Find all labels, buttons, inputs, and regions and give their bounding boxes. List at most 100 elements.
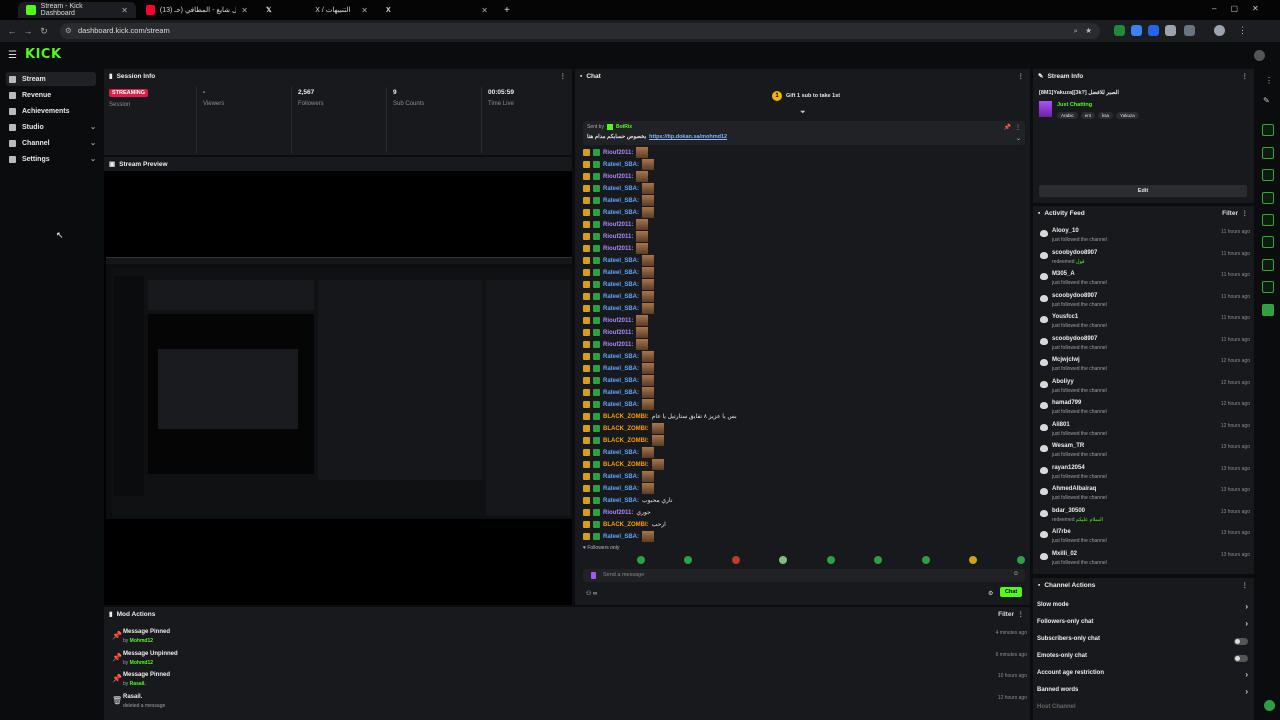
sidebar-item-achievements[interactable]: Achievements: [6, 104, 96, 118]
category-name[interactable]: Just Chatting: [1057, 102, 1092, 108]
chat-username[interactable]: Riouf2011:: [603, 174, 633, 180]
sidebar-item-stream[interactable]: Stream: [6, 72, 96, 86]
chat-message[interactable]: Rateel_SBA: تاري محبوب: [583, 495, 672, 506]
site-info-icon[interactable]: ⚙: [65, 23, 72, 39]
filter-button[interactable]: Filter: [1222, 210, 1238, 217]
chat-message[interactable]: Rateel_SBA:: [583, 291, 655, 302]
chat-username[interactable]: Rateel_SBA:: [603, 306, 639, 312]
close-icon[interactable]: ✕: [121, 6, 128, 15]
emote-icon[interactable]: [637, 556, 645, 564]
chat-message[interactable]: Rateel_SBA:: [583, 195, 655, 206]
browser-tab-x[interactable]: X ✕: [378, 2, 496, 18]
chat-username[interactable]: Riouf2011:: [603, 510, 633, 516]
extension-icon[interactable]: [1165, 25, 1176, 36]
chat-message[interactable]: Rateel_SBA:: [583, 279, 655, 290]
emote-icon[interactable]: [684, 556, 692, 564]
chevron-down-icon[interactable]: ⌄: [1016, 135, 1021, 142]
more-icon[interactable]: ⋮: [1018, 610, 1025, 618]
toggle-switch[interactable]: [1234, 655, 1248, 662]
chat-username[interactable]: Rateel_SBA:: [603, 210, 639, 216]
toggle-switch[interactable]: [1234, 638, 1248, 645]
chat-message[interactable]: Riouf2011:: [583, 327, 649, 338]
moderator-name[interactable]: Rasail.: [130, 681, 146, 687]
activity-item[interactable]: scoobydoo8907 just followed the channel 11…: [1040, 334, 1250, 355]
activity-item[interactable]: Mxilli_02 just followed the channel 13 hou…: [1040, 549, 1250, 570]
chat-message[interactable]: Rateel_SBA:: [583, 399, 655, 410]
stream-video[interactable]: [106, 257, 572, 519]
activity-username[interactable]: scoobydoo8907: [1052, 293, 1097, 299]
chat-message[interactable]: BLACK_ZOMBI: بس يا عزيز ٨ تقايق ستارتيل ي…: [583, 411, 737, 422]
chat-message[interactable]: Rateel_SBA:: [583, 159, 655, 170]
channel-action-item[interactable]: Host Channel: [1037, 704, 1250, 718]
forward-icon[interactable]: →: [20, 26, 36, 36]
activity-username[interactable]: Wesam_TR: [1052, 443, 1084, 449]
more-icon[interactable]: ⋮: [1242, 209, 1249, 217]
toolbar-tool-icon[interactable]: [1262, 192, 1274, 204]
toolbar-tool-icon[interactable]: [1262, 124, 1274, 136]
channel-action-item[interactable]: Account age restriction ›: [1037, 670, 1250, 684]
extension-shield-icon[interactable]: [1114, 25, 1125, 36]
chat-username[interactable]: Rateel_SBA:: [603, 366, 639, 372]
pinned-link[interactable]: https://tip.dokan.sa/mohmd12: [649, 134, 727, 140]
activity-username[interactable]: Al7rbe: [1052, 529, 1071, 535]
emote-icon[interactable]: [874, 556, 882, 564]
pencil-icon[interactable]: ✎: [1263, 96, 1270, 105]
chat-message[interactable]: Rateel_SBA:: [583, 375, 655, 386]
chat-settings-icon[interactable]: ⚇ ∞: [586, 590, 597, 597]
channel-action-item[interactable]: Subscribers-only chat: [1037, 636, 1250, 650]
channel-action-item[interactable]: Followers-only chat ›: [1037, 619, 1250, 633]
chat-username[interactable]: Rateel_SBA:: [603, 498, 639, 504]
activity-username[interactable]: scoobydoo8907: [1052, 336, 1097, 342]
activity-username[interactable]: bdar_30500: [1052, 508, 1085, 514]
chat-username[interactable]: Riouf2011:: [603, 234, 633, 240]
emote-icon[interactable]: [827, 556, 835, 564]
browser-menu-icon[interactable]: ⋮: [1238, 25, 1247, 36]
toolbar-tool-icon[interactable]: [1262, 236, 1274, 248]
sidebar-item-studio[interactable]: Studio ⌄: [6, 120, 96, 134]
chat-username[interactable]: Rateel_SBA:: [603, 354, 639, 360]
chat-message[interactable]: Rateel_SBA:: [583, 531, 655, 542]
activity-item[interactable]: Wesam_TR just followed the channel 13 hour…: [1040, 441, 1250, 462]
emote-icon[interactable]: [732, 556, 740, 564]
chat-message[interactable]: Rateel_SBA:: [583, 387, 655, 398]
more-icon[interactable]: ⋮: [1242, 72, 1249, 80]
help-icon[interactable]: [1264, 700, 1275, 711]
mod-action-item[interactable]: 📌 Message Pinned by Rasail. 10 hours ago: [112, 671, 1027, 693]
chat-message[interactable]: Rateel_SBA:: [583, 183, 655, 194]
chat-input[interactable]: Send a message ☺: [583, 569, 1025, 582]
chat-message[interactable]: Riouf2011:: [583, 219, 649, 230]
toolbar-tool-icon[interactable]: [1262, 169, 1274, 181]
sidebar-item-channel[interactable]: Channel ⌄: [6, 136, 96, 150]
close-icon[interactable]: ✕: [241, 6, 248, 15]
activity-username[interactable]: Mcjwjclwj: [1052, 357, 1080, 363]
toolbar-tool-icon[interactable]: [1262, 281, 1274, 293]
more-icon[interactable]: ⋮: [1015, 124, 1021, 131]
edit-stream-button[interactable]: Edit: [1039, 185, 1247, 197]
kick-logo[interactable]: KICK: [25, 47, 62, 62]
sidebar-item-settings[interactable]: Settings ⌄: [6, 152, 96, 166]
chat-username[interactable]: Rateel_SBA:: [603, 258, 639, 264]
activity-username[interactable]: Alooy_10: [1052, 228, 1079, 234]
toolbar-tool-icon[interactable]: [1262, 147, 1274, 159]
chat-message[interactable]: Rateel_SBA:: [583, 255, 655, 266]
chat-message[interactable]: BLACK_ZOMBI:: [583, 435, 664, 446]
activity-username[interactable]: scoobydoo8907: [1052, 250, 1097, 256]
chat-username[interactable]: Rateel_SBA:: [603, 294, 639, 300]
activity-username[interactable]: Yousfcc1: [1052, 314, 1078, 320]
more-icon[interactable]: ⋮: [1018, 72, 1025, 80]
chat-message[interactable]: Rateel_SBA:: [583, 267, 655, 278]
chat-username[interactable]: BLACK_ZOMBI:: [603, 462, 649, 468]
chat-message[interactable]: Rateel_SBA:: [583, 207, 655, 218]
toolbar-tool-icon[interactable]: [1262, 304, 1274, 316]
extensions-puzzle-icon[interactable]: [1184, 25, 1195, 36]
activity-item[interactable]: Al7rbe just followed the channel 13 hours …: [1040, 527, 1250, 548]
activity-item[interactable]: Mcjwjclwj just followed the channel 12 hou…: [1040, 355, 1250, 376]
filter-button[interactable]: Filter: [998, 611, 1014, 618]
activity-username[interactable]: Mxilli_02: [1052, 551, 1077, 557]
chat-username[interactable]: Rateel_SBA:: [603, 534, 639, 540]
back-icon[interactable]: ←: [4, 26, 20, 36]
chat-username[interactable]: Rateel_SBA:: [603, 282, 639, 288]
extension-icon[interactable]: [1131, 25, 1142, 36]
toolbar-tool-icon[interactable]: [1262, 259, 1274, 271]
activity-item[interactable]: Aboliyy just followed the channel 12 hours…: [1040, 377, 1250, 398]
